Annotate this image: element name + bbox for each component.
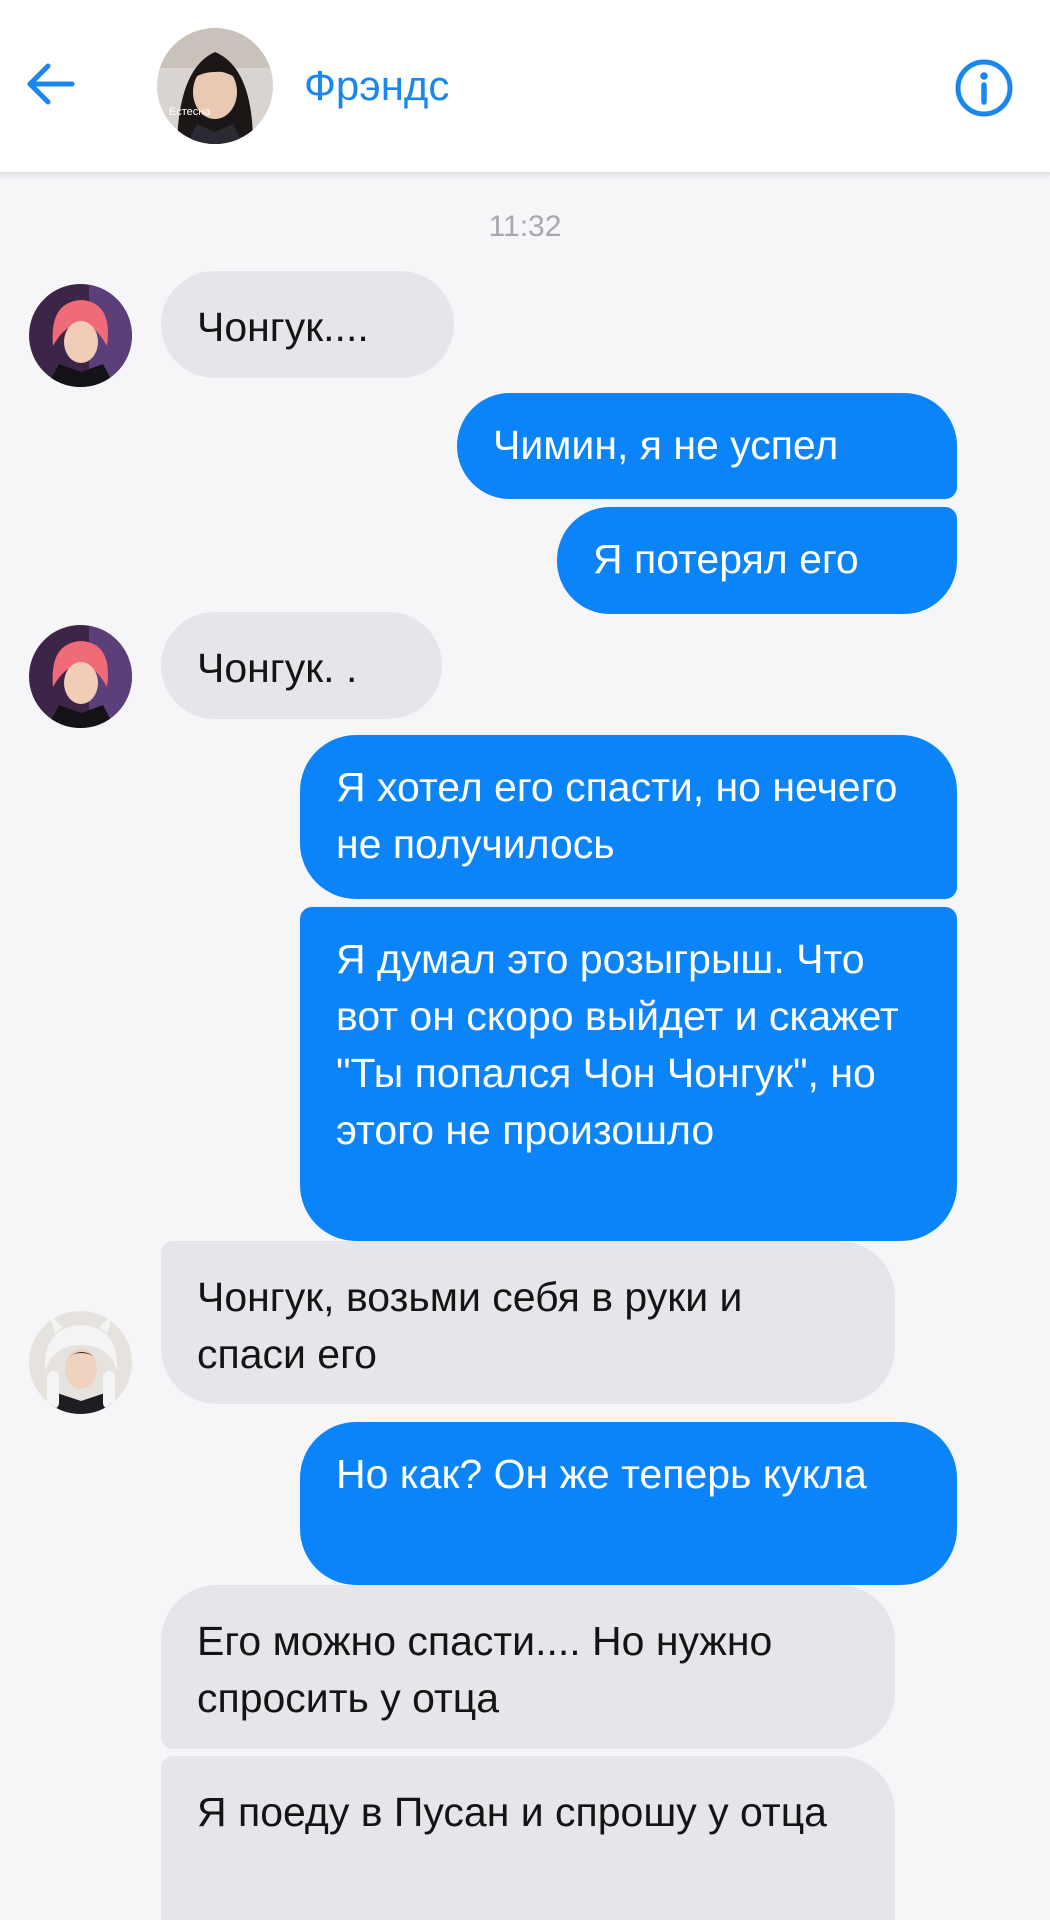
incoming-message[interactable]: Чонгук, возьми себя в руки и спаси его [161, 1241, 895, 1404]
message-text: Чонгук.... [197, 304, 369, 350]
incoming-message[interactable]: Я поеду в Пусан и спрошу у отца [161, 1756, 895, 1920]
message-text: Чонгук, возьми себя в руки и спаси его [197, 1274, 743, 1377]
group-avatar-image [157, 28, 273, 144]
incoming-message[interactable]: Его можно спасти.... Но нужно спросить у… [161, 1585, 895, 1749]
incoming-message[interactable]: Чонгук.... [161, 271, 454, 378]
incoming-message[interactable]: Чонгук. . [161, 612, 442, 719]
message-text: Я поеду в Пусан и спрошу у отца [197, 1789, 827, 1835]
info-button[interactable] [954, 58, 1014, 118]
message-text: Его можно спасти.... Но нужно спросить у… [197, 1618, 773, 1721]
avatar-image [29, 625, 132, 728]
sender-avatar[interactable] [29, 284, 132, 387]
outgoing-message[interactable]: Чимин, я не успел [457, 393, 957, 499]
arrow-left-icon [27, 63, 75, 105]
back-button[interactable] [18, 52, 82, 116]
info-icon [955, 59, 1013, 117]
avatar-image [29, 284, 132, 387]
message-text: Чимин, я не успел [493, 422, 839, 468]
message-text: Я потерял его [593, 536, 859, 582]
message-text: Но как? Он же теперь кукла [336, 1451, 867, 1497]
message-text: Я хотел его спасти, но нечего не получил… [336, 764, 898, 867]
outgoing-message[interactable]: Но как? Он же теперь кукла [300, 1422, 957, 1585]
message-timestamp: 11:32 [488, 210, 562, 243]
avatar-caption: Естесна [169, 106, 211, 118]
chat-title[interactable]: Фрэндс [304, 62, 449, 110]
message-text: Я думал это розыгрыш. Что вот он скоро в… [336, 936, 899, 1153]
outgoing-message[interactable]: Я думал это розыгрыш. Что вот он скоро в… [300, 907, 957, 1241]
group-avatar[interactable] [157, 28, 273, 144]
sender-avatar[interactable] [29, 625, 132, 728]
chat-screen: Естесна Фрэндс 11:32 Чонгук.... Чимин, я… [0, 0, 1050, 1920]
avatar-image [29, 1311, 132, 1414]
message-text: Чонгук. . [197, 645, 358, 691]
sender-avatar[interactable] [29, 1311, 132, 1414]
chat-header: Естесна Фрэндс [0, 0, 1050, 174]
outgoing-message[interactable]: Я потерял его [557, 507, 957, 614]
outgoing-message[interactable]: Я хотел его спасти, но нечего не получил… [300, 735, 957, 899]
